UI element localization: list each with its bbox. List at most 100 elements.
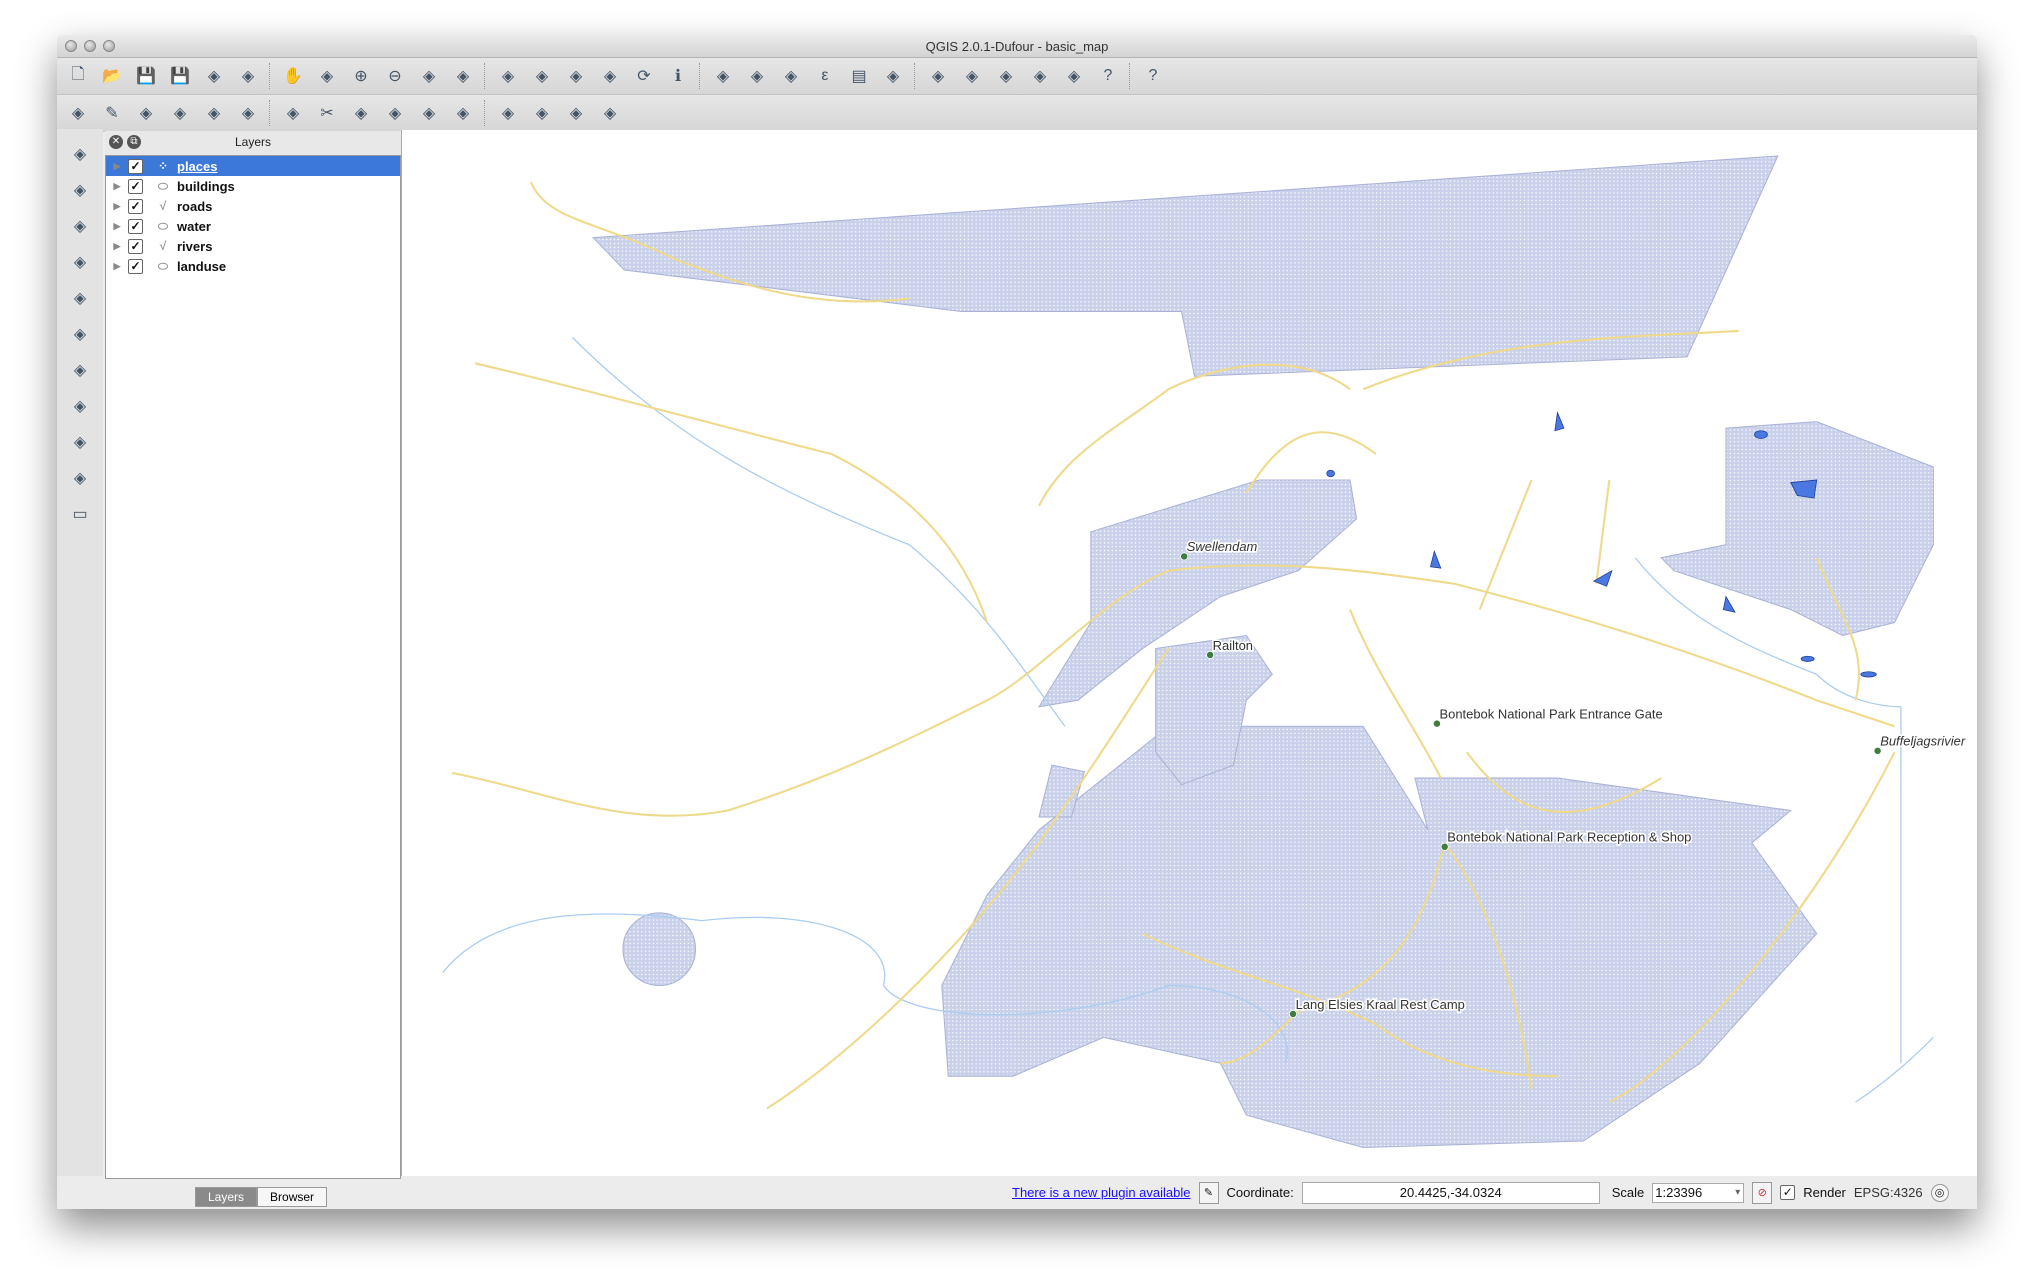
add-mssql-layer-icon[interactable]: ◈ — [67, 285, 93, 311]
zoom-native-icon[interactable]: ◈ — [416, 63, 442, 89]
run-action-icon[interactable]: ◈ — [710, 63, 736, 89]
add-spatialite-layer-icon[interactable]: ◈ — [67, 249, 93, 275]
toggle-editing-icon[interactable]: ✎ — [99, 100, 125, 126]
show-bookmarks-icon[interactable]: ◈ — [1027, 63, 1053, 89]
toolbar-separator — [699, 63, 702, 89]
expand-arrow-icon[interactable]: ▶ — [106, 221, 128, 232]
add-feature-icon[interactable]: ◈ — [167, 100, 193, 126]
status-bar: There is a new plugin available ✎ Coordi… — [57, 1176, 1977, 1209]
move-label-icon[interactable]: ◈ — [529, 100, 555, 126]
layer-name: rivers — [177, 238, 213, 254]
zoom-in-icon[interactable]: ⊕ — [348, 63, 374, 89]
composer-manager-icon[interactable]: ◈ — [235, 63, 261, 89]
landuse-layer — [591, 155, 1934, 1149]
layer-visibility-checkbox[interactable]: ✓ — [128, 198, 143, 214]
whats-this-icon[interactable]: ? — [1140, 63, 1166, 89]
move-feature-icon[interactable]: ◈ — [201, 100, 227, 126]
attribute-table-icon[interactable]: ▤ — [846, 63, 872, 89]
field-calculator-icon[interactable]: ε — [812, 63, 838, 89]
add-wfs-layer-icon[interactable]: ◈ — [67, 393, 93, 419]
new-print-composer-icon[interactable]: ◈ — [201, 63, 227, 89]
layer-item-rivers[interactable]: ▶ ✓ √ rivers — [106, 236, 400, 256]
zoom-full-icon[interactable]: ◈ — [450, 63, 476, 89]
add-raster-layer-icon[interactable]: ◈ — [67, 177, 93, 203]
layer-item-roads[interactable]: ▶ ✓ √ roads — [106, 196, 400, 216]
add-postgis-layer-icon[interactable]: ◈ — [67, 213, 93, 239]
layer-visibility-checkbox[interactable]: ✓ — [128, 238, 143, 254]
layer-name: water — [177, 218, 211, 234]
zoom-last-icon[interactable]: ◈ — [563, 63, 589, 89]
expand-arrow-icon[interactable]: ▶ — [106, 241, 128, 252]
crs-status[interactable]: EPSG:4326 — [1854, 1185, 1923, 1200]
paste-features-icon[interactable]: ◈ — [382, 100, 408, 126]
deselect-icon[interactable]: ◈ — [778, 63, 804, 89]
place-label: Bontebok National Park Entrance Gate — [1440, 706, 1663, 721]
layer-name: buildings — [177, 178, 235, 194]
layer-item-buildings[interactable]: ▶ ✓ ⬭ buildings — [106, 176, 400, 196]
zoom-to-layer-icon[interactable]: ◈ — [529, 63, 555, 89]
polygon-layer-icon: ⬭ — [157, 258, 169, 273]
layer-visibility-checkbox[interactable]: ✓ — [128, 258, 143, 274]
add-vector-layer-icon[interactable]: ◈ — [67, 141, 93, 167]
expand-arrow-icon[interactable]: ▶ — [106, 161, 128, 172]
save-project-icon[interactable]: 💾 — [133, 63, 159, 89]
close-panel-icon[interactable]: ✕ — [109, 135, 123, 149]
open-project-icon[interactable]: 📂 — [99, 63, 125, 89]
new-plugin-link[interactable]: There is a new plugin available — [1012, 1185, 1191, 1200]
float-panel-icon[interactable]: ⧉ — [127, 135, 141, 149]
render-checkbox[interactable]: ✓ — [1780, 1185, 1796, 1200]
crs-globe-icon[interactable]: ◎ — [1930, 1183, 1949, 1202]
layer-visibility-checkbox[interactable]: ✓ — [128, 218, 143, 234]
cut-features-icon[interactable]: ✂ — [314, 100, 340, 126]
copy-features-icon[interactable]: ◈ — [348, 100, 374, 126]
layer-item-landuse[interactable]: ▶ ✓ ⬭ landuse — [106, 256, 400, 276]
zoom-out-icon[interactable]: ⊖ — [382, 63, 408, 89]
save-as-icon[interactable]: 💾 — [167, 63, 193, 89]
map-canvas[interactable]: Swellendam Railton Bontebok National Park … — [401, 130, 1977, 1176]
landuse-polygon — [591, 155, 1779, 377]
toolbar-separator — [914, 63, 917, 89]
statistics-icon[interactable]: ◈ — [880, 63, 906, 89]
map-tips-icon[interactable]: ◈ — [959, 63, 985, 89]
new-bookmark-icon[interactable]: ◈ — [993, 63, 1019, 89]
save-edits-icon[interactable]: ◈ — [133, 100, 159, 126]
zoom-next-icon[interactable]: ◈ — [597, 63, 623, 89]
change-label-icon[interactable]: ◈ — [597, 100, 623, 126]
identify-icon[interactable]: ℹ — [665, 63, 691, 89]
layer-visibility-checkbox[interactable]: ✓ — [128, 158, 143, 174]
toggle-extents-icon[interactable]: ✎ — [1198, 1181, 1219, 1204]
map-svg[interactable]: Swellendam Railton Bontebok National Park … — [402, 130, 1977, 1176]
expand-arrow-icon[interactable]: ▶ — [106, 201, 128, 212]
coordinate-field[interactable]: 20.4425,-34.0324 — [1301, 1181, 1600, 1204]
rotate-label-icon[interactable]: ◈ — [563, 100, 589, 126]
label-tool-icon[interactable]: ◈ — [416, 100, 442, 126]
select-icon[interactable]: ◈ — [744, 63, 770, 89]
scale-combobox[interactable]: 1:23396 — [1652, 1182, 1745, 1203]
help-icon[interactable]: ? — [1095, 63, 1121, 89]
pan-icon[interactable]: ✋ — [280, 63, 306, 89]
refresh-icon[interactable]: ⟳ — [631, 63, 657, 89]
expand-arrow-icon[interactable]: ▶ — [106, 181, 128, 192]
pin-labels-icon[interactable]: ◈ — [450, 100, 476, 126]
zoom-to-selection-icon[interactable]: ◈ — [495, 63, 521, 89]
layer-item-water[interactable]: ▶ ✓ ⬭ water — [106, 216, 400, 236]
new-project-icon[interactable]: 🗋 — [65, 63, 91, 89]
new-shapefile-icon[interactable]: ◈ — [67, 465, 93, 491]
qgis-window: QGIS 2.0.1-Dufour - basic_map 🗋 📂 💾 💾 ◈ ◈ ✋ ◈ ⊕ ⊖… — [57, 35, 1977, 1209]
measure-icon[interactable]: ◈ — [925, 63, 951, 89]
layer-item-places[interactable]: ▶ ✓ ⁘ places — [106, 156, 400, 176]
text-annotation-icon[interactable]: ◈ — [1061, 63, 1087, 89]
pan-to-selection-icon[interactable]: ◈ — [314, 63, 340, 89]
manage-layers-toolbar: ◈ ◈ ◈ ◈ ◈ ◈ ◈ ◈ ◈ ◈ ▭ — [57, 129, 103, 1176]
layer-visibility-checkbox[interactable]: ✓ — [128, 178, 143, 194]
delete-selected-icon[interactable]: ◈ — [280, 100, 306, 126]
add-wms-layer-icon[interactable]: ◈ — [67, 321, 93, 347]
current-edits-icon[interactable]: ◈ — [65, 100, 91, 126]
stop-render-icon[interactable]: ⊘ — [1752, 1181, 1773, 1204]
add-delimited-text-icon[interactable]: ◈ — [67, 429, 93, 455]
remove-layer-icon[interactable]: ▭ — [67, 501, 93, 527]
node-tool-icon[interactable]: ◈ — [235, 100, 261, 126]
show-hide-labels-icon[interactable]: ◈ — [495, 100, 521, 126]
expand-arrow-icon[interactable]: ▶ — [106, 261, 128, 272]
add-wcs-layer-icon[interactable]: ◈ — [67, 357, 93, 383]
